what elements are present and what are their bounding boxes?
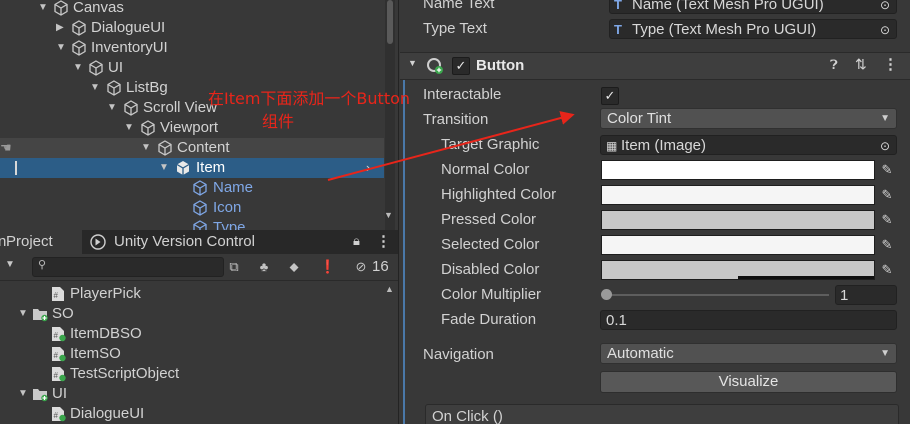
annotation-arrow-stub xyxy=(300,130,302,138)
annotation-arrows xyxy=(300,111,575,181)
annotation-arrow-to-inspector xyxy=(327,111,575,181)
